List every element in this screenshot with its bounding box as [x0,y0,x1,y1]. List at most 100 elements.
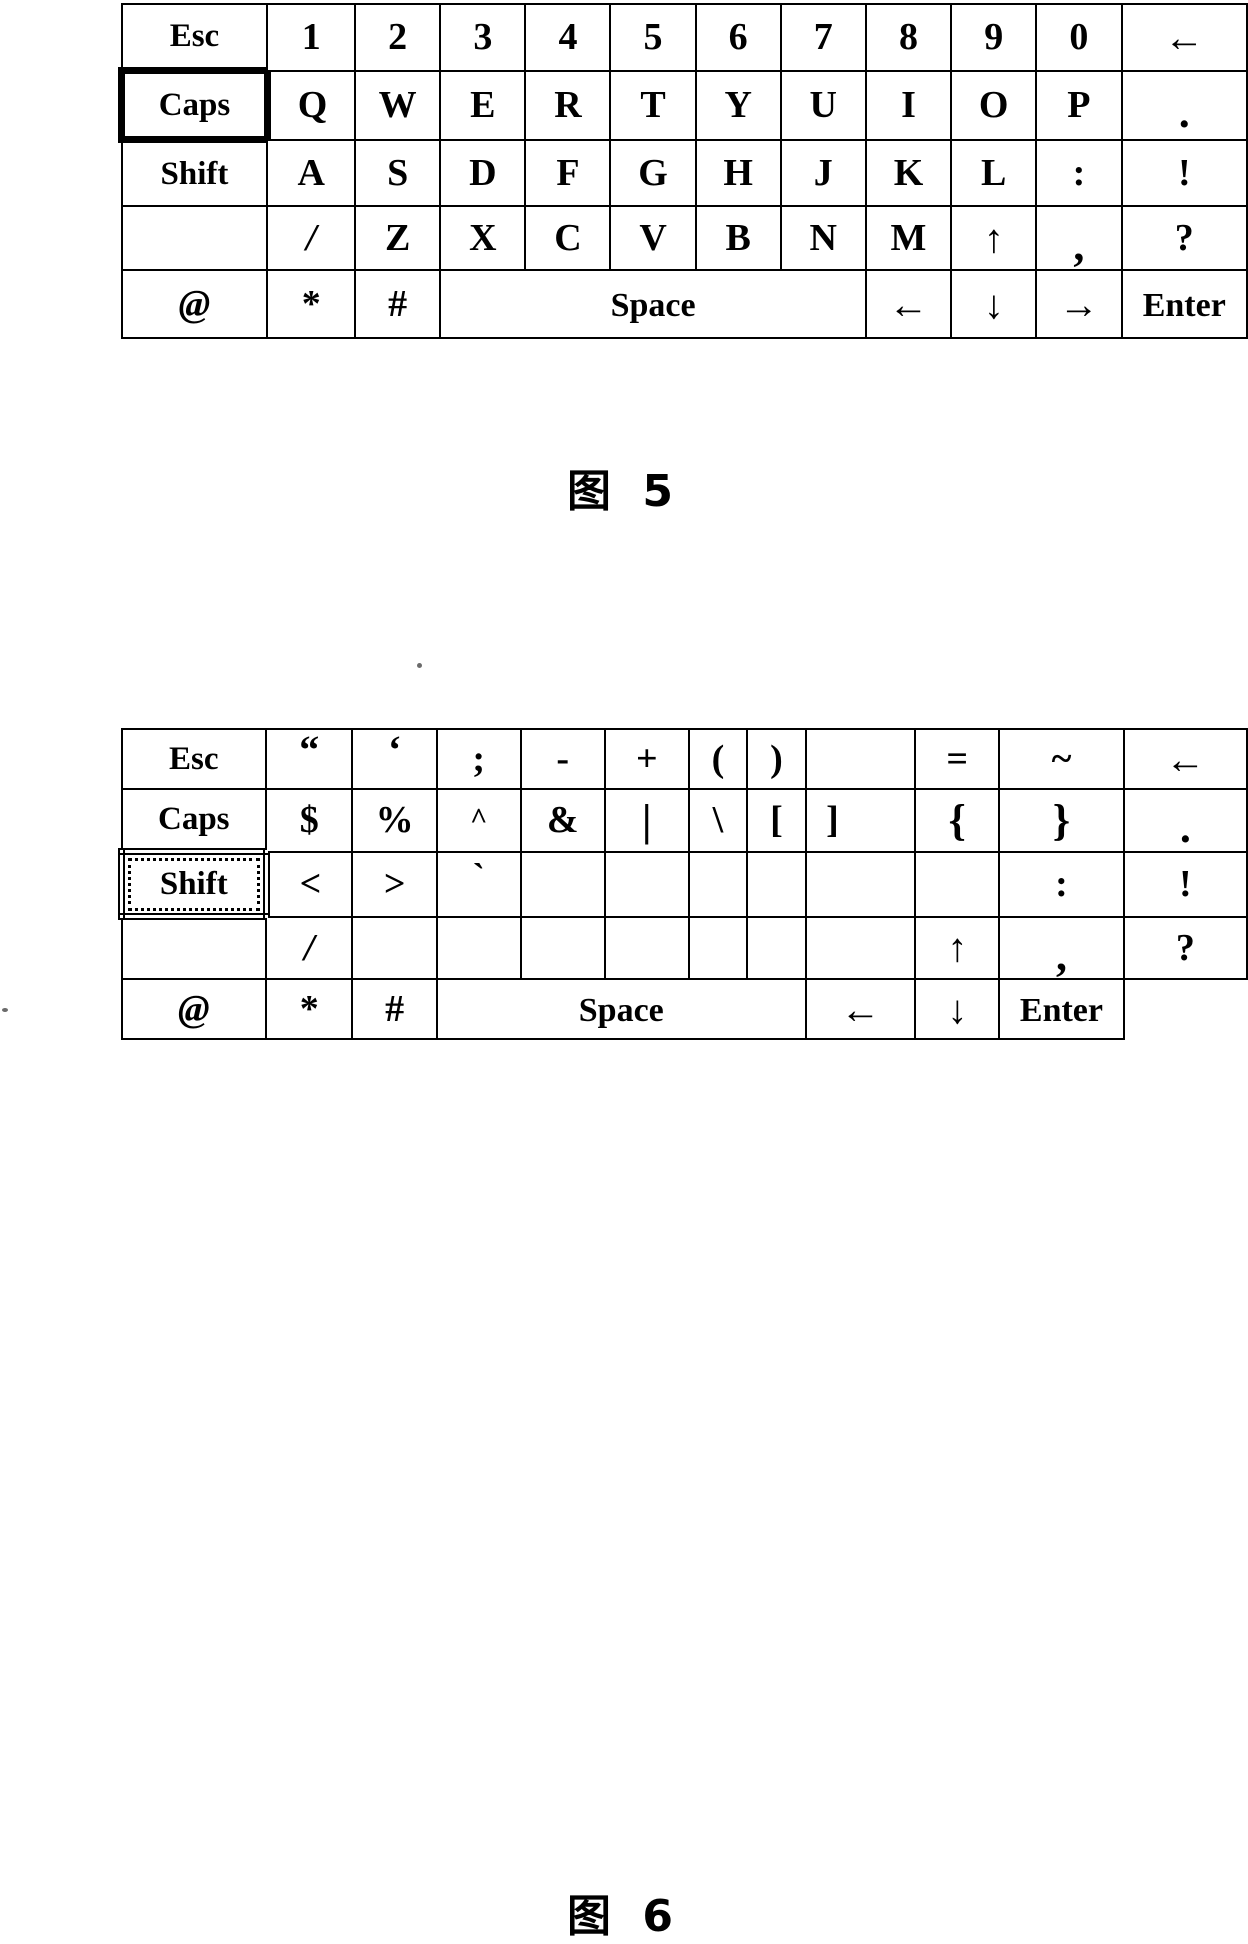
key-a[interactable]: A [266,138,357,207]
key-o[interactable]: O [950,69,1038,141]
key-0[interactable]: 0 [1035,3,1123,72]
key-semicolon[interactable]: ; [435,728,522,790]
key-slash[interactable]: / [265,915,354,980]
key-z[interactable]: Z [354,205,442,271]
key-6[interactable]: 6 [694,3,782,72]
key-paren-open[interactable]: ( [687,728,749,790]
key-plus[interactable]: + [603,728,690,790]
key-r[interactable]: R [524,69,612,141]
key-ampersand[interactable]: & [519,788,606,853]
key-7[interactable]: 7 [779,3,867,72]
key-arrow-up[interactable]: ↑ [950,205,1038,271]
key-colon[interactable]: : [1035,138,1123,207]
key-blank-left[interactable] [120,915,268,980]
key-brace-open[interactable]: { [914,788,1001,853]
key-g[interactable]: G [609,138,697,207]
key-blank-3-9[interactable] [804,850,917,918]
key-backspace[interactable]: ← [1120,3,1248,72]
key-arrow-left[interactable]: ← [804,978,917,1040]
key-e[interactable]: E [439,69,527,141]
key-y[interactable]: Y [694,69,782,141]
key-n[interactable]: N [779,205,867,271]
key-caps[interactable]: Caps [118,67,271,143]
key-space[interactable]: Space [439,269,867,339]
key-s[interactable]: S [354,138,442,207]
key-asterisk[interactable]: * [265,978,354,1040]
key-underscore[interactable]: _ [804,728,917,795]
key-blank-4-6[interactable] [603,915,690,980]
key-f[interactable]: F [524,138,612,207]
key-blank-3-8[interactable] [746,850,807,918]
key-8[interactable]: 8 [864,3,953,72]
key-enter[interactable]: Enter [1120,269,1248,339]
key-blank-4-8[interactable] [746,915,807,980]
key-paren-close[interactable]: ) [746,728,807,790]
key-esc[interactable]: Esc [120,3,269,72]
key-arrow-down[interactable]: ↓ [914,978,1001,1040]
key-period[interactable]: . [1122,788,1248,853]
key-tilde[interactable]: ~ [998,728,1125,790]
key-esc[interactable]: Esc [120,728,268,790]
key-pipe[interactable]: | [603,788,690,853]
key-hyphen[interactable]: - [519,728,606,790]
key-1[interactable]: 1 [266,3,357,72]
key-brace-close[interactable]: } [998,788,1125,853]
key-blank-3-6[interactable] [603,850,690,918]
key-blank-4-5[interactable] [519,915,606,980]
key-less-than[interactable]: < [265,850,354,918]
key-arrow-up[interactable]: ↑ [914,915,1001,980]
key-shift[interactable]: Shift [118,848,270,920]
key-slash[interactable]: / [266,205,357,271]
alphanumeric-keyboard[interactable]: Esc 1 2 3 4 5 6 7 8 9 0 ← Caps Q W E R T [118,3,1248,339]
key-caps[interactable]: Caps [120,788,268,853]
key-d[interactable]: D [439,138,527,207]
key-v[interactable]: V [609,205,697,271]
key-arrow-right[interactable]: → [1035,269,1123,339]
key-q[interactable]: Q [266,69,357,141]
key-4[interactable]: 4 [524,3,612,72]
key-blank-left[interactable] [120,205,269,271]
key-bracket-close[interactable]: ] [804,788,917,853]
key-hash[interactable]: # [354,269,442,339]
key-backslash[interactable]: \ [687,788,749,853]
key-question[interactable]: ? [1122,915,1248,980]
key-greater-than[interactable]: > [351,850,438,918]
key-blank-3-5[interactable] [519,850,606,918]
key-w[interactable]: W [354,69,442,141]
key-k[interactable]: K [864,138,953,207]
key-p[interactable]: P [1035,69,1123,141]
key-i[interactable]: I [864,69,953,141]
key-single-quote[interactable]: ‘ [351,727,438,790]
symbol-keyboard[interactable]: Esc “ ‘ ; - + ( ) _ = ~ ← Caps $ % ^ & | [118,727,1248,1040]
key-exclamation[interactable]: ! [1122,850,1248,918]
key-b[interactable]: B [694,205,782,271]
key-l[interactable]: L [950,138,1038,207]
key-backspace[interactable]: ← [1122,728,1248,790]
key-question[interactable]: ? [1120,205,1248,271]
key-h[interactable]: H [694,138,782,207]
key-3[interactable]: 3 [439,3,527,72]
key-x[interactable]: X [439,205,527,271]
key-period[interactable]: . [1120,69,1248,141]
key-m[interactable]: M [864,205,953,271]
key-caret[interactable]: ^ [435,788,522,853]
key-comma[interactable]: , [998,915,1125,980]
key-blank-4-4[interactable] [435,915,522,980]
key-bracket-open[interactable]: [ [746,788,807,853]
key-blank-4-9[interactable] [804,915,917,980]
key-t[interactable]: T [609,69,697,141]
key-enter[interactable]: Enter [998,978,1125,1040]
key-u[interactable]: U [779,69,867,141]
key-hash[interactable]: # [351,978,438,1040]
key-exclamation[interactable]: ! [1120,138,1248,207]
key-backtick[interactable]: ` [435,850,522,918]
key-at[interactable]: @ [120,978,268,1040]
key-arrow-down[interactable]: ↓ [950,269,1038,339]
key-asterisk[interactable]: * [266,269,357,339]
key-arrow-left[interactable]: ← [864,269,953,339]
key-percent[interactable]: % [351,788,438,853]
key-comma[interactable]: , [1035,205,1123,271]
key-at[interactable]: @ [120,269,269,339]
key-blank-4-3[interactable] [351,915,438,980]
key-9[interactable]: 9 [950,3,1038,72]
